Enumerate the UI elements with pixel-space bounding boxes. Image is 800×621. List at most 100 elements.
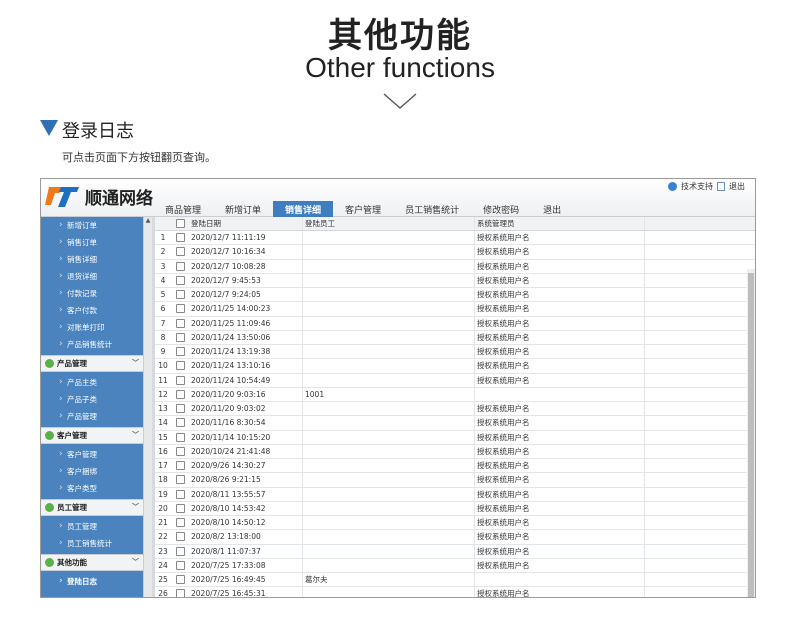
table-row[interactable]: 24 2020/7/25 17:33:08 授权系统用户名	[155, 558, 755, 573]
table-row[interactable]: 13 2020/11/20 9:03:02 授权系统用户名	[155, 402, 755, 417]
sidebar-item-product-main-category[interactable]: 产品主类	[41, 374, 143, 391]
row-checkbox[interactable]	[175, 389, 185, 399]
table-row[interactable]: 3 2020/12/7 10:08:28 授权系统用户名	[155, 259, 755, 274]
sidebar-group-customers[interactable]: 客户管理 ﹀	[41, 427, 143, 444]
sidebar-item-customer-binding[interactable]: 客户捆绑	[41, 463, 143, 480]
row-checkbox[interactable]	[175, 546, 185, 556]
cell-system-admin: 授权系统用户名	[475, 402, 645, 416]
cell-login-date: 2020/12/7 9:24:05	[189, 288, 303, 302]
tab-new-order[interactable]: 新增订单	[213, 201, 273, 217]
sidebar-item-staff-management[interactable]: 员工管理	[41, 518, 143, 535]
support-link[interactable]: 技术支持	[681, 181, 713, 192]
table-row[interactable]: 21 2020/8/10 14:50:12 授权系统用户名	[155, 516, 755, 531]
cell-login-date: 2020/11/24 10:54:49	[189, 373, 303, 387]
row-checkbox[interactable]	[175, 304, 185, 314]
row-checkbox[interactable]	[175, 503, 185, 513]
table-row[interactable]: 19 2020/8/11 13:55:57 授权系统用户名	[155, 487, 755, 502]
tab-exit[interactable]: 退出	[531, 201, 573, 217]
sidebar-scrollbar[interactable]: ▲	[143, 217, 152, 597]
row-checkbox[interactable]	[175, 347, 185, 357]
row-checkbox[interactable]	[175, 318, 185, 328]
scroll-up-icon[interactable]: ▲	[144, 217, 152, 224]
row-checkbox[interactable]	[175, 332, 185, 342]
row-checkbox[interactable]	[175, 575, 185, 585]
logout-link[interactable]: 退出	[729, 181, 745, 192]
table-row[interactable]: 17 2020/9/26 14:30:27 授权系统用户名	[155, 459, 755, 474]
row-checkbox[interactable]	[175, 432, 185, 442]
scrollbar-thumb[interactable]	[748, 273, 754, 597]
row-checkbox[interactable]	[175, 233, 185, 243]
table-row[interactable]: 5 2020/12/7 9:24:05 授权系统用户名	[155, 288, 755, 303]
table-row[interactable]: 1 2020/12/7 11:11:19 授权系统用户名	[155, 231, 755, 246]
sidebar-item-product-sub-category[interactable]: 产品子类	[41, 391, 143, 408]
table-row[interactable]: 2 2020/12/7 10:16:34 授权系统用户名	[155, 245, 755, 260]
row-checkbox[interactable]	[175, 247, 185, 257]
sidebar-group-other[interactable]: 其他功能 ﹀	[41, 554, 143, 571]
table-scrollbar[interactable]	[747, 269, 755, 597]
select-all-checkbox[interactable]	[175, 219, 185, 228]
sidebar-item-login-log[interactable]: 登陆日志	[41, 573, 143, 590]
group-check-icon	[45, 558, 54, 567]
sidebar-group-staff[interactable]: 员工管理 ﹀	[41, 499, 143, 516]
cell-login-employee	[303, 359, 475, 373]
table-row[interactable]: 11 2020/11/24 10:54:49 授权系统用户名	[155, 373, 755, 388]
table-row[interactable]: 26 2020/7/25 16:45:31 授权系统用户名	[155, 587, 755, 597]
chevron-down-icon: ﹀	[132, 558, 139, 566]
table-row[interactable]: 20 2020/8/10 14:53:42 授权系统用户名	[155, 501, 755, 516]
table-row[interactable]: 16 2020/10/24 21:41:48 授权系统用户名	[155, 444, 755, 459]
sidebar-item-customer-management[interactable]: 客户管理	[41, 446, 143, 463]
table-row[interactable]: 8 2020/11/24 13:50:06 授权系统用户名	[155, 330, 755, 345]
sidebar-item-statement-print[interactable]: 对账单打印	[41, 319, 143, 336]
row-checkbox[interactable]	[175, 518, 185, 528]
sidebar-item-customer-type[interactable]: 客户类型	[41, 480, 143, 497]
sidebar-group-products[interactable]: 产品管理 ﹀	[41, 355, 143, 372]
sidebar-group-label: 产品管理	[57, 359, 87, 368]
table-row[interactable]: 6 2020/11/25 14:00:23 授权系统用户名	[155, 302, 755, 317]
sidebar-item-staff-sales-stats[interactable]: 员工销售统计	[41, 535, 143, 552]
row-number: 12	[158, 389, 168, 399]
column-header-date[interactable]: 登陆日期	[189, 217, 303, 230]
table-row[interactable]: 14 2020/11/16 8:30:54 授权系统用户名	[155, 416, 755, 431]
row-checkbox[interactable]	[175, 560, 185, 570]
row-checkbox[interactable]	[175, 404, 185, 414]
table-row[interactable]: 4 2020/12/7 9:45:53 授权系统用户名	[155, 273, 755, 288]
row-checkbox[interactable]	[175, 361, 185, 371]
sidebar-item-customer-payment[interactable]: 客户付款	[41, 302, 143, 319]
table-row[interactable]: 10 2020/11/24 13:10:16 授权系统用户名	[155, 359, 755, 374]
row-checkbox[interactable]	[175, 418, 185, 428]
table-row[interactable]: 18 2020/8/26 9:21:15 授权系统用户名	[155, 473, 755, 488]
table-row[interactable]: 12 2020/11/20 9:03:16 1001	[155, 387, 755, 402]
sidebar-item-new-order[interactable]: 新增订单	[41, 217, 143, 234]
column-header-employee[interactable]: 登陆员工	[303, 217, 475, 230]
row-checkbox[interactable]	[175, 475, 185, 485]
row-checkbox[interactable]	[175, 275, 185, 285]
row-checkbox[interactable]	[175, 261, 185, 271]
table-row[interactable]: 23 2020/8/1 11:07:37 授权系统用户名	[155, 544, 755, 559]
table-row[interactable]: 25 2020/7/25 16:49:45 葛尔夫	[155, 573, 755, 588]
tab-staff-sales[interactable]: 员工销售统计	[393, 201, 471, 217]
sidebar-item-payments[interactable]: 付款记录	[41, 285, 143, 302]
tab-customers[interactable]: 客户管理	[333, 201, 393, 217]
row-checkbox[interactable]	[175, 375, 185, 385]
column-header-admin[interactable]: 系统管理员	[475, 217, 645, 230]
table-row[interactable]: 7 2020/11/25 11:09:46 授权系统用户名	[155, 316, 755, 331]
table-row[interactable]: 15 2020/11/14 10:15:20 授权系统用户名	[155, 430, 755, 445]
row-checkbox[interactable]	[175, 446, 185, 456]
row-checkbox[interactable]	[175, 290, 185, 300]
cell-login-date: 2020/11/16 8:30:54	[189, 416, 303, 430]
group-check-icon	[45, 503, 54, 512]
row-checkbox[interactable]	[175, 532, 185, 542]
table-row[interactable]: 22 2020/8/2 13:18:00 授权系统用户名	[155, 530, 755, 545]
row-checkbox[interactable]	[175, 489, 185, 499]
tab-change-password[interactable]: 修改密码	[471, 201, 531, 217]
sidebar-item-sales-orders[interactable]: 销售订单	[41, 234, 143, 251]
table-row[interactable]: 9 2020/11/24 13:19:38 授权系统用户名	[155, 345, 755, 360]
tab-products[interactable]: 商品管理	[153, 201, 213, 217]
sidebar-item-returns[interactable]: 退货详细	[41, 268, 143, 285]
tab-sales-detail[interactable]: 销售详细	[273, 201, 334, 217]
sidebar-item-sales-detail[interactable]: 销售详细	[41, 251, 143, 268]
sidebar-item-product-sales-stats[interactable]: 产品销售统计	[41, 336, 143, 353]
row-checkbox[interactable]	[175, 589, 185, 597]
sidebar-item-product-management[interactable]: 产品管理	[41, 408, 143, 425]
row-checkbox[interactable]	[175, 461, 185, 471]
